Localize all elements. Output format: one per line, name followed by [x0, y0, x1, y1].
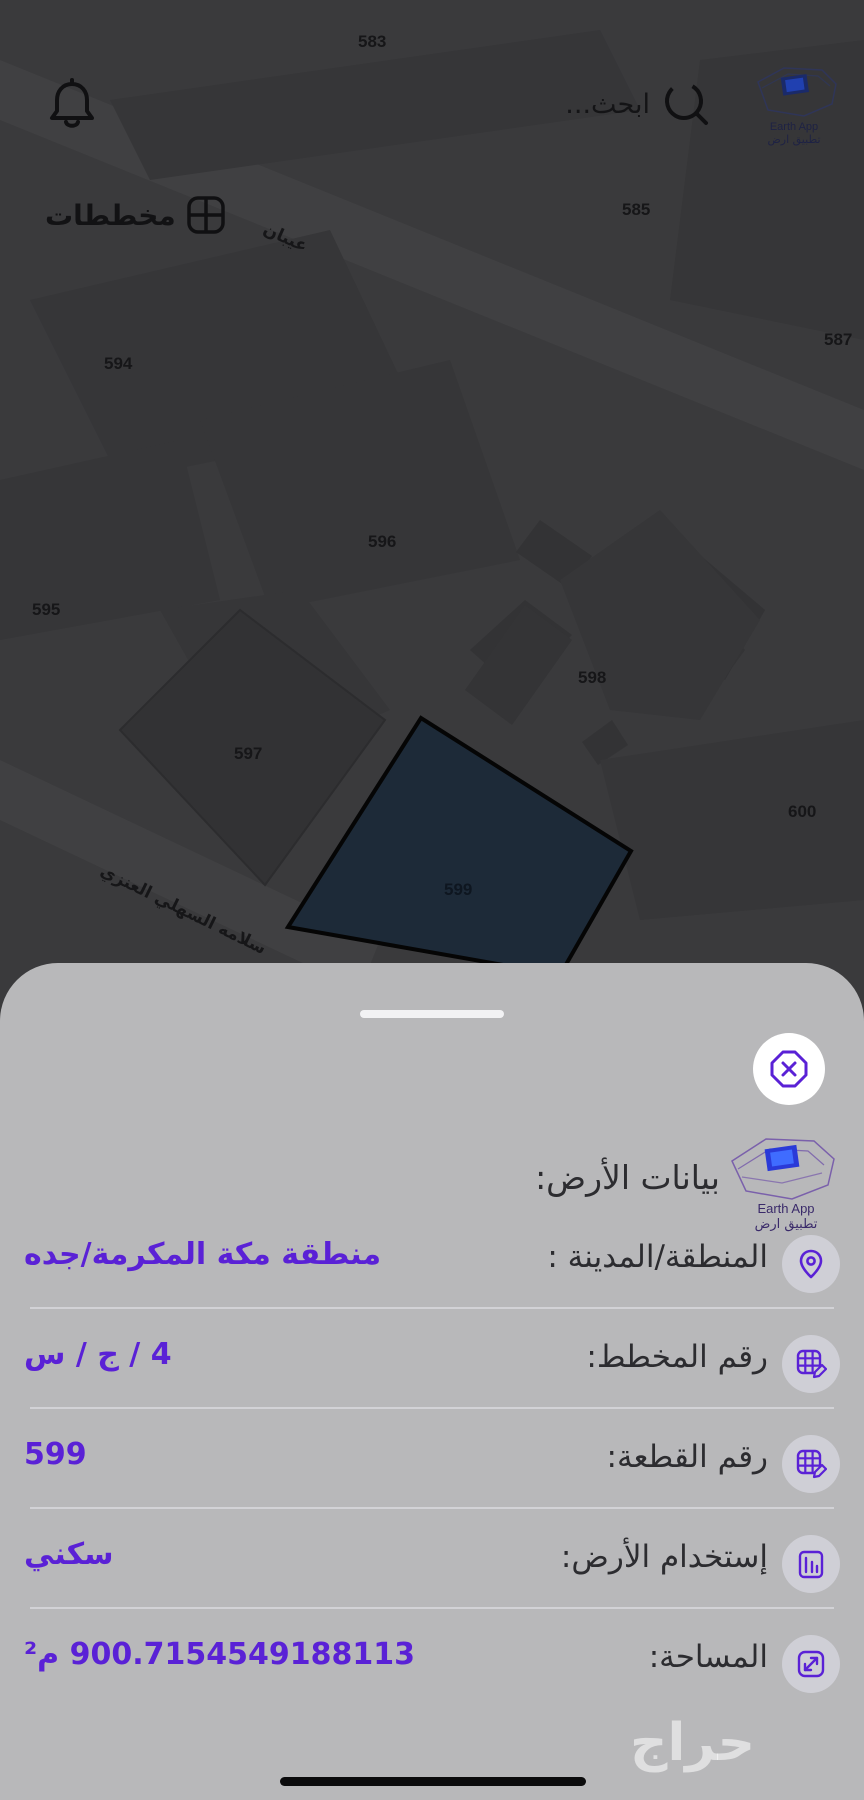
row-value: 900.7154549188113 م² [24, 1637, 415, 1672]
row-label: المساحة: [648, 1639, 768, 1675]
plans-label: مخططات [45, 198, 176, 232]
detail-row-region: المنطقة/المدينة : منطقة مكة المكرمة/جده [0, 1209, 864, 1309]
svg-text:Earth App: Earth App [770, 121, 818, 133]
row-value: 599 [24, 1437, 87, 1472]
plot-number-label: 600 [788, 802, 817, 821]
row-label: رقم القطعة: [606, 1439, 768, 1475]
row-value: سكني [24, 1537, 114, 1572]
land-details-sheet: Earth App تطبيق ارض بيانات الأرض: المنطق… [0, 963, 864, 1800]
bell-icon [50, 78, 94, 128]
detail-row-parcel-number: رقم القطعة: 599 [0, 1409, 864, 1509]
grid-edit-icon [796, 1349, 827, 1379]
sheet-title: بيانات الأرض: [535, 1158, 720, 1197]
row-label: رقم المخطط: [586, 1339, 768, 1375]
svg-text:تطبيق ارض: تطبيق ارض [767, 133, 820, 146]
home-indicator[interactable] [280, 1777, 586, 1786]
block [600, 720, 864, 920]
row-value: 4 / ج / س [24, 1337, 172, 1372]
plot-number-label: 595 [32, 600, 61, 619]
top-bar: Earth App تطبيق ارض [0, 48, 864, 158]
search-bar[interactable] [520, 76, 710, 132]
search-input[interactable] [520, 84, 650, 124]
row-label: إستخدام الأرض: [560, 1539, 768, 1575]
plot-number-label: 599 [444, 880, 473, 899]
expand-arrows-icon [797, 1650, 825, 1678]
grid-edit-icon [796, 1449, 827, 1479]
plot-number-label: 594 [104, 354, 133, 373]
search-icon[interactable] [660, 78, 710, 128]
plot-number-label: 597 [234, 744, 263, 763]
detail-row-area: المساحة: 900.7154549188113 م² [0, 1609, 864, 1709]
plot-number-label: 598 [578, 668, 607, 687]
plot-number-label: 587 [824, 330, 853, 349]
plot-number-label: 596 [368, 532, 397, 551]
earth-app-logo-icon: Earth App تطبيق ارض [757, 67, 837, 147]
notifications-button[interactable] [48, 78, 96, 130]
small-building [465, 605, 572, 725]
row-value: منطقة مكة المكرمة/جده [24, 1237, 382, 1272]
close-icon [770, 1050, 808, 1088]
row-label: المنطقة/المدينة : [547, 1239, 768, 1275]
row-icon-container [782, 1235, 840, 1293]
location-pin-icon [799, 1249, 823, 1279]
row-icon-container [782, 1535, 840, 1593]
row-icon-container [782, 1435, 840, 1493]
sheet-drag-handle[interactable] [360, 1010, 504, 1018]
row-icon-container [782, 1335, 840, 1393]
detail-row-plan-number: رقم المخطط: 4 / ج / س [0, 1309, 864, 1409]
plot-number-label: 585 [622, 200, 651, 219]
block [560, 510, 760, 720]
row-icon-container [782, 1635, 840, 1693]
app-logo: Earth App تطبيق ارض [744, 56, 844, 147]
haraj-watermark: حراج [630, 1713, 756, 1773]
plans-button[interactable]: مخططات [45, 190, 226, 240]
close-button[interactable] [753, 1033, 825, 1105]
building-icon [798, 1550, 824, 1579]
detail-row-land-use: إستخدام الأرض: سكني [0, 1509, 864, 1609]
grid-layout-icon [186, 196, 225, 234]
